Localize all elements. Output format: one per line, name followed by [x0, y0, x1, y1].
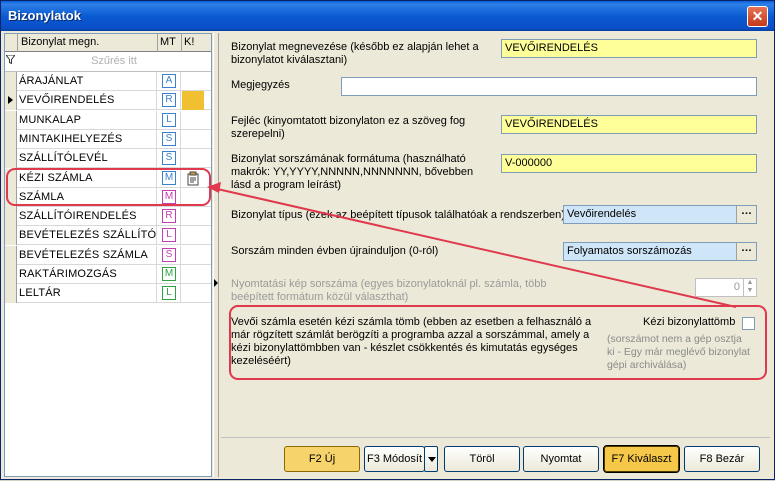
modify-button[interactable]: F3 Módosít	[364, 446, 425, 472]
dropdown-arrow-icon	[428, 457, 436, 462]
new-button[interactable]: F2 Új	[284, 446, 360, 472]
close-button[interactable]: F8 Bezár	[684, 446, 760, 472]
select-button[interactable]: F7 Kiválaszt	[603, 445, 680, 473]
print-button[interactable]: Nyomtat	[523, 446, 599, 472]
button-bar: F2 Új F3 Módosít Töröl Nyomtat F7 Kivála…	[221, 437, 770, 477]
modify-dropdown-button[interactable]	[424, 446, 438, 472]
delete-button[interactable]: Töröl	[444, 446, 520, 472]
bizonylatok-window: Bizonylatok ✕ Bizonylat megn. MT K! Szűr…	[0, 0, 775, 480]
annotation-arrow	[207, 182, 737, 308]
